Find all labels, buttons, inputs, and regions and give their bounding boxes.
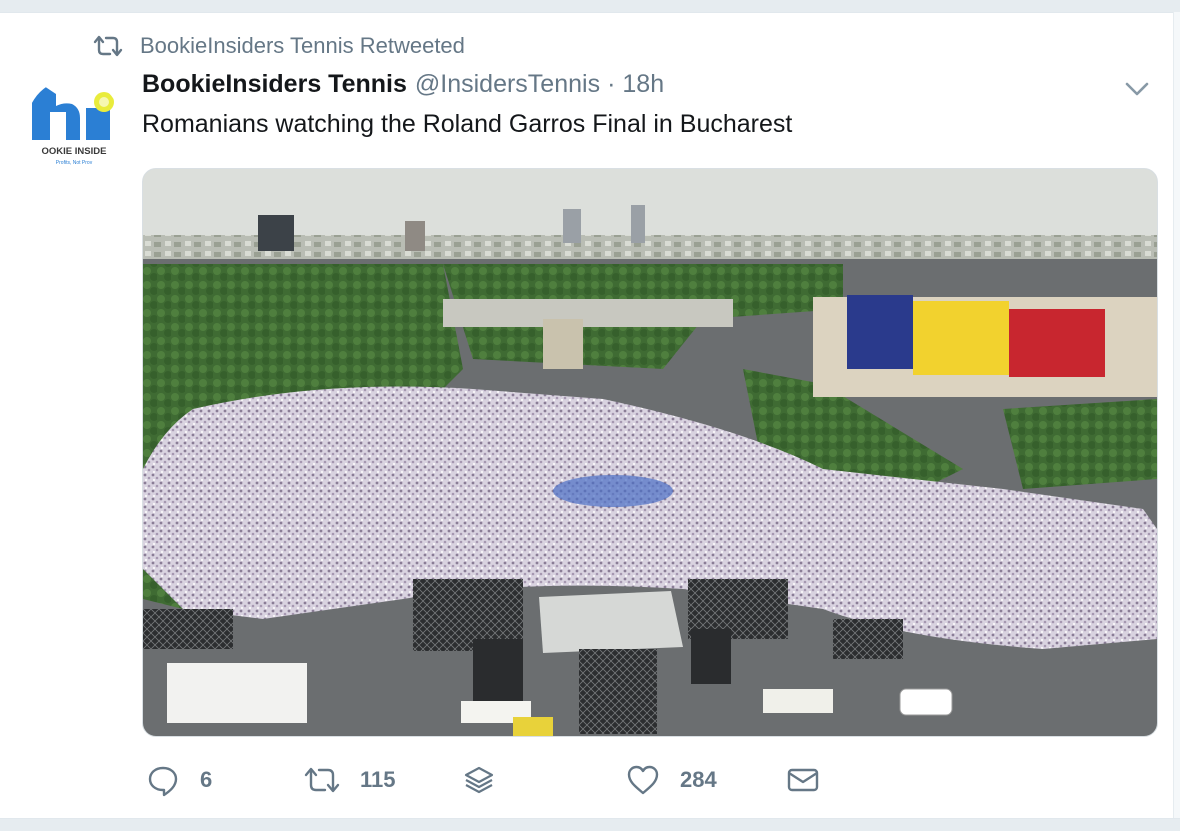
tweet-photo[interactable] [142, 168, 1158, 737]
retweet-context-text: BookieInsiders Tennis Retweeted [140, 33, 465, 58]
timeline-bottom-divider [0, 818, 1180, 831]
author-handle[interactable]: @InsidersTennis [415, 70, 600, 99]
reply-button[interactable]: 6 [146, 756, 212, 804]
envelope-icon [787, 768, 819, 792]
direct-message-button[interactable] [786, 756, 820, 804]
tweet-timestamp[interactable]: 18h [622, 70, 664, 99]
heart-icon [627, 765, 659, 795]
flag-blue-stripe [847, 295, 913, 369]
flag-red-stripe [1009, 309, 1105, 377]
retweet-context[interactable]: BookieInsiders Tennis Retweeted [92, 32, 465, 60]
stack-button[interactable] [462, 756, 496, 804]
reply-count: 6 [200, 767, 213, 792]
like-count: 284 [680, 767, 717, 792]
logo-wordmark: OOKIE INSIDE [42, 146, 107, 157]
author-name[interactable]: BookieInsiders Tennis [142, 70, 407, 99]
brand-logo: OOKIE INSIDE Profits, Not Prov [26, 78, 122, 174]
crowd-photo-illustration [143, 169, 1157, 736]
chevron-down-icon[interactable] [1122, 78, 1152, 100]
avatar[interactable]: OOKIE INSIDE Profits, Not Prov [26, 78, 122, 174]
layers-icon [464, 766, 494, 794]
retweet-icon [304, 767, 340, 793]
logo-tagline: Profits, Not Prov [56, 160, 93, 166]
flag-yellow-stripe [913, 301, 1009, 375]
retweet-count: 115 [360, 767, 396, 792]
like-button[interactable]: 284 [626, 756, 717, 804]
reply-icon [148, 766, 178, 797]
tweet-actions: 6 115 284 [142, 756, 842, 804]
tweet-header: BookieInsiders Tennis @InsidersTennis · … [142, 70, 664, 106]
scrollbar-track[interactable] [1173, 12, 1180, 818]
timeline-top-divider [0, 0, 1180, 13]
retweet-icon [93, 35, 123, 57]
retweet-button[interactable]: 115 [302, 756, 396, 804]
tweet-text: Romanians watching the Roland Garros Fin… [142, 110, 793, 138]
header-separator: · [607, 70, 616, 98]
